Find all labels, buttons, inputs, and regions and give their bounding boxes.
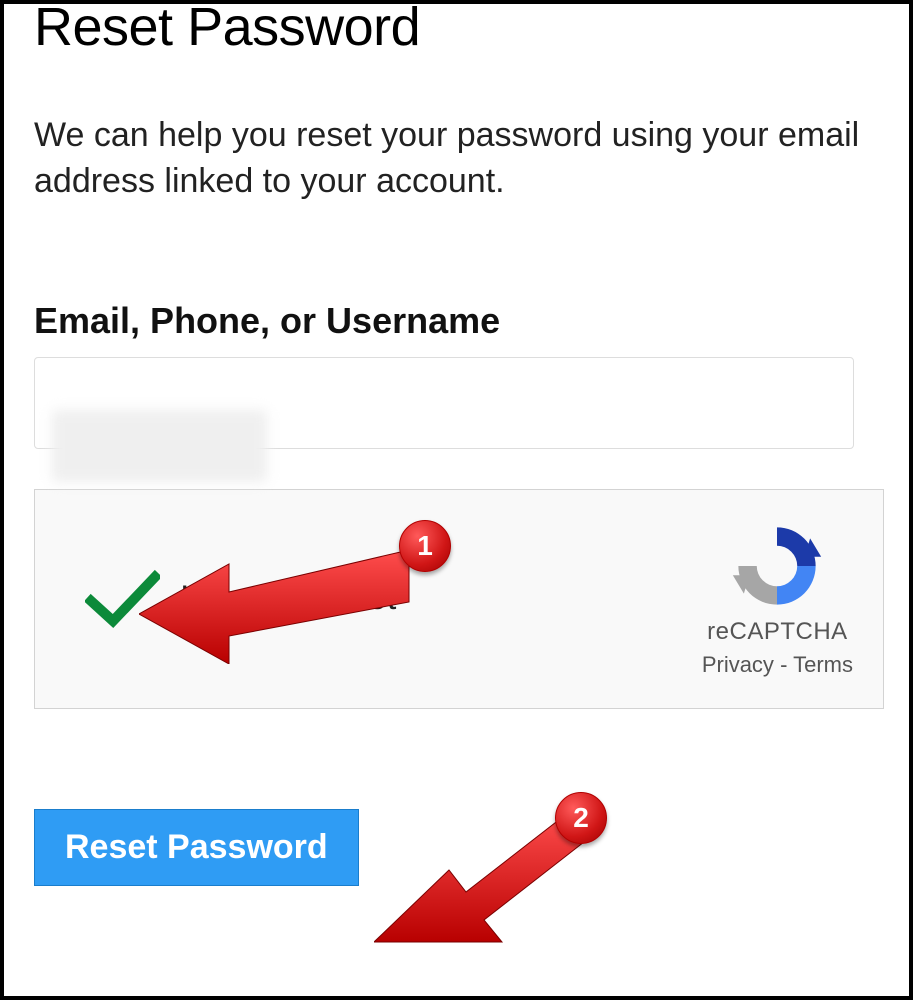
page-description: We can help you reset your password usin… — [34, 113, 879, 205]
recaptcha-brand: reCAPTCHA — [707, 618, 848, 646]
recaptcha-privacy-link[interactable]: Privacy — [702, 652, 774, 677]
recaptcha-label: I'm not a robot — [180, 579, 396, 618]
recaptcha-icon — [731, 520, 823, 612]
redacted-overlay — [52, 410, 267, 482]
page-title: Reset Password — [34, 0, 879, 58]
identifier-label: Email, Phone, or Username — [34, 300, 879, 342]
reset-password-button[interactable]: Reset Password — [34, 809, 359, 886]
checkmark-icon — [85, 569, 160, 629]
recaptcha-links: Privacy - Terms — [702, 652, 853, 678]
recaptcha-widget[interactable]: I'm not a robot reCAPTCHA Privacy - Term… — [34, 489, 884, 709]
recaptcha-terms-link[interactable]: Terms — [793, 652, 853, 677]
